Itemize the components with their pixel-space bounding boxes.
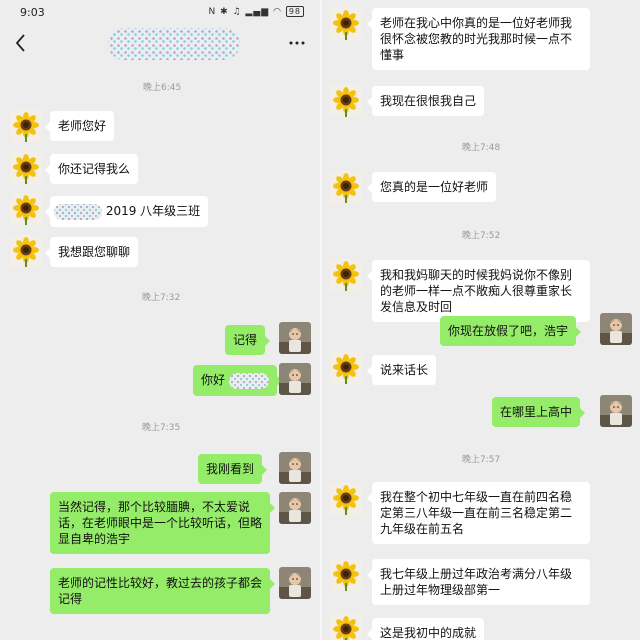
message-bubble[interactable]: 我现在很恨我自己 bbox=[366, 86, 485, 116]
message-bubble[interactable]: 这是我初中的成就 bbox=[366, 618, 485, 640]
message-bubble[interactable]: 老师您好 bbox=[44, 111, 115, 141]
timestamp: 晚上6:45 bbox=[143, 83, 182, 93]
contact-avatar[interactable] bbox=[330, 85, 362, 117]
battery-icon: 98 bbox=[285, 6, 304, 17]
contact-avatar[interactable] bbox=[330, 483, 362, 515]
message-bubble[interactable]: 我七年级上册过年政治考满分八年级上册过年物理级部第一 bbox=[367, 559, 590, 605]
right-chat-screenshot: 老师在我心中你真的是一位好老师我很怀念被您教的时光我那时候一点不懂事 我现在很恨… bbox=[322, 0, 640, 640]
message-text: 你好 bbox=[201, 373, 226, 387]
left-chat-screenshot: 9:03 N ✱ ♫ ▂▄▆ ◠ 98 晚上6:45 老师您好 你还记得我么 2… bbox=[0, 0, 320, 640]
message-text: 2019 八年级三班 bbox=[105, 204, 201, 218]
message-bubble[interactable]: 老师的记性比较好，教过去的孩子都会记得 bbox=[50, 568, 275, 614]
message-bubble[interactable]: 我想跟您聊聊 bbox=[44, 237, 139, 267]
user-avatar[interactable] bbox=[600, 313, 632, 345]
contact-avatar[interactable] bbox=[330, 259, 362, 291]
message-bubble[interactable]: 老师在我心中你真的是一位好老师我很怀念被您教的时光我那时候一点不懂事 bbox=[367, 8, 590, 70]
signal-icon: ▂▄▆ bbox=[245, 7, 270, 17]
contact-avatar[interactable] bbox=[330, 8, 362, 40]
message-bubble[interactable]: 当然记得，那个比较腼腆，不太爱说话，在老师眼中是一个比较听话，但略显自卑的浩宇 bbox=[50, 492, 275, 554]
back-chevron-icon[interactable] bbox=[12, 31, 32, 55]
message-bubble[interactable]: 你现在放假了吧，浩宇 bbox=[440, 316, 582, 346]
user-avatar[interactable] bbox=[600, 395, 632, 427]
message-bubble[interactable]: 我在整个初中七年级一直在前四名稳定第三八年级一直在前三名稳定第二九年级在前五名 bbox=[367, 482, 590, 544]
chat-header bbox=[0, 26, 320, 62]
contact-name-masked bbox=[108, 28, 240, 60]
message-bubble[interactable]: 2019 八年级三班 bbox=[44, 196, 209, 227]
message-bubble[interactable]: 说来话长 bbox=[366, 355, 437, 385]
masked-name bbox=[54, 203, 102, 220]
bluetooth-icon: ✱ bbox=[220, 7, 229, 17]
message-bubble[interactable]: 您真的是一位好老师 bbox=[366, 172, 497, 202]
user-avatar[interactable] bbox=[279, 567, 311, 599]
timestamp: 晚上7:35 bbox=[142, 423, 181, 433]
user-avatar[interactable] bbox=[279, 452, 311, 484]
contact-avatar[interactable] bbox=[10, 235, 42, 267]
status-time: 9:03 bbox=[20, 6, 45, 19]
message-bubble[interactable]: 你好 bbox=[193, 365, 282, 396]
contact-avatar[interactable] bbox=[10, 110, 42, 142]
message-bubble[interactable]: 我刚看到 bbox=[198, 454, 268, 484]
message-bubble[interactable]: 你还记得我么 bbox=[44, 154, 139, 184]
masked-name bbox=[228, 372, 269, 389]
contact-avatar[interactable] bbox=[330, 171, 362, 203]
status-bar: 9:03 N ✱ ♫ ▂▄▆ ◠ 98 bbox=[0, 0, 320, 26]
timestamp: 晚上7:32 bbox=[142, 293, 181, 303]
contact-avatar[interactable] bbox=[10, 152, 42, 184]
message-bubble[interactable]: 在哪里上高中 bbox=[492, 397, 586, 427]
user-avatar[interactable] bbox=[279, 322, 311, 354]
user-avatar[interactable] bbox=[279, 492, 311, 524]
contact-avatar[interactable] bbox=[330, 614, 362, 640]
wifi-icon: ◠ bbox=[273, 7, 282, 17]
message-bubble[interactable]: 我和我妈聊天的时候我妈说你不像别的老师一样一点不敞痴人很尊重家长发信息及时回 bbox=[367, 260, 590, 322]
timestamp: 晚上7:52 bbox=[462, 231, 501, 241]
mute-icon: ♫ bbox=[232, 7, 242, 17]
message-bubble[interactable]: 记得 bbox=[225, 325, 271, 355]
contact-avatar[interactable] bbox=[330, 352, 362, 384]
timestamp: 晚上7:57 bbox=[462, 455, 501, 465]
nfc-icon: N bbox=[208, 7, 217, 17]
more-dots-icon[interactable] bbox=[288, 40, 306, 46]
user-avatar[interactable] bbox=[279, 363, 311, 395]
status-icons: N ✱ ♫ ▂▄▆ ◠ 98 bbox=[208, 6, 304, 17]
contact-avatar[interactable] bbox=[330, 559, 362, 591]
timestamp: 晚上7:48 bbox=[462, 143, 501, 153]
contact-avatar[interactable] bbox=[10, 193, 42, 225]
